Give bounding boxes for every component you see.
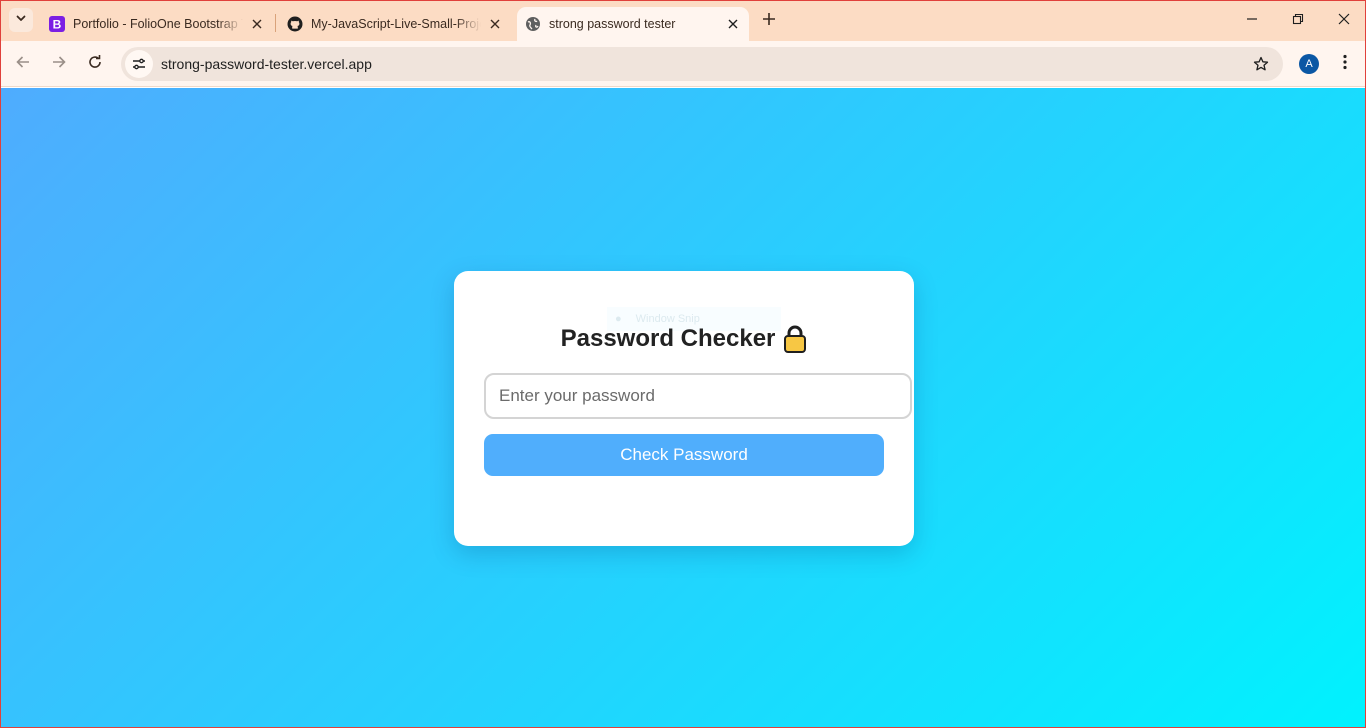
minimize-icon	[1246, 12, 1258, 30]
bootstrap-icon: B	[49, 16, 65, 32]
bookmark-star-icon[interactable]	[1249, 52, 1273, 76]
minimize-button[interactable]	[1229, 1, 1275, 41]
tab-search-button[interactable]	[9, 8, 33, 32]
close-tab-icon[interactable]	[725, 16, 741, 32]
github-icon	[287, 16, 303, 32]
tab-title: strong password tester	[549, 17, 676, 31]
new-tab-button[interactable]	[757, 9, 781, 33]
reload-button[interactable]	[80, 49, 110, 79]
browser-menu-button[interactable]	[1335, 52, 1355, 76]
restore-icon	[1292, 12, 1304, 30]
tab-strong-password-tester[interactable]: strong password tester	[517, 7, 749, 41]
close-icon	[1338, 12, 1350, 30]
svg-text:B: B	[53, 18, 62, 32]
forward-button[interactable]	[44, 49, 74, 79]
browser-window: B Portfolio - FolioOne Bootstrap Templat…	[0, 0, 1366, 728]
close-window-button[interactable]	[1321, 1, 1365, 41]
close-tab-icon[interactable]	[249, 16, 265, 32]
globe-icon	[525, 16, 541, 32]
site-info-icon[interactable]	[125, 50, 153, 78]
tab-portfolio[interactable]: B Portfolio - FolioOne Bootstrap Templat…	[41, 7, 273, 41]
tab-title: My-JavaScript-Live-Small-Projects	[311, 17, 481, 31]
password-card: ● Window Snip Password Checker Check Pas…	[454, 271, 914, 546]
restore-button[interactable]	[1275, 1, 1321, 41]
chevron-down-icon	[15, 11, 27, 29]
back-button[interactable]	[8, 49, 38, 79]
close-tab-icon[interactable]	[487, 16, 503, 32]
profile-avatar[interactable]: A	[1299, 54, 1319, 74]
more-vertical-icon	[1343, 54, 1347, 75]
tab-title: Portfolio - FolioOne Bootstrap Template	[73, 17, 243, 31]
page-title: Password Checker	[454, 325, 914, 353]
browser-toolbar: strong-password-tester.vercel.app	[1, 41, 1365, 87]
arrow-left-icon	[15, 54, 31, 75]
password-input[interactable]	[484, 373, 912, 419]
check-password-button[interactable]: Check Password	[484, 434, 884, 476]
arrow-right-icon	[51, 54, 67, 75]
address-bar[interactable]: strong-password-tester.vercel.app	[121, 47, 1283, 81]
tab-github[interactable]: My-JavaScript-Live-Small-Projects	[279, 7, 511, 41]
page-viewport: ● Window Snip Password Checker Check Pas…	[1, 88, 1365, 727]
snip-dot-icon: ●	[615, 313, 622, 325]
reload-icon	[87, 54, 103, 75]
url-text: strong-password-tester.vercel.app	[161, 56, 372, 72]
lock-icon	[783, 325, 807, 353]
plus-icon	[762, 12, 776, 31]
tab-separator	[275, 14, 276, 32]
tab-strip: B Portfolio - FolioOne Bootstrap Templat…	[1, 1, 1365, 41]
